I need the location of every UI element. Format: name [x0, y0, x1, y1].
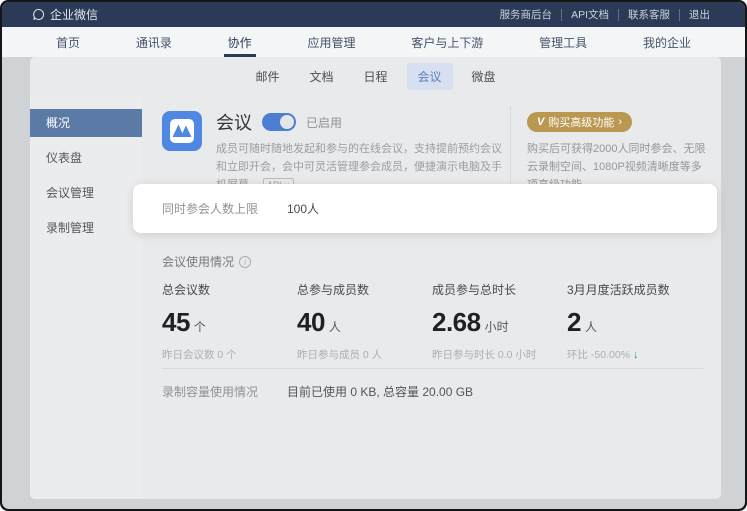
nav-item-my-company[interactable]: 我的企业 [635, 27, 699, 57]
content-panel: 邮件 文档 日程 会议 微盘 概况 仪表盘 会议管理 录制管理 [30, 57, 721, 499]
nav-item-collaboration[interactable]: 协作 [220, 27, 260, 57]
feature-status-label: 已启用 [306, 114, 342, 131]
section-divider [162, 368, 703, 369]
brand-name: 企业微信 [50, 6, 98, 23]
usage-stats: 总会议数 45 个 昨日会议数 0 个 总参与成员数 40 人 [162, 281, 702, 362]
stat-total-participants: 总参与成员数 40 人 昨日参与成员 0 人 [297, 281, 432, 362]
card-body: 概况 仪表盘 会议管理 录制管理 [30, 95, 721, 499]
tab-drive[interactable]: 微盘 [461, 63, 507, 90]
nav-item-admin-tools[interactable]: 管理工具 [531, 27, 595, 57]
toggle-knob [280, 115, 294, 129]
stat-number: 2.68 [432, 307, 481, 338]
tab-meeting[interactable]: 会议 [407, 63, 453, 90]
topbar-links: 服务商后台 API文档 联系客服 退出 [491, 9, 719, 21]
tab-docs[interactable]: 文档 [298, 63, 344, 90]
recording-capacity-label: 录制容量使用情况 [162, 383, 287, 400]
nav-item-home[interactable]: 首页 [48, 27, 88, 57]
screenshot-root: 企业微信 服务商后台 API文档 联系客服 退出 首页 通讯录 协作 应用管理 … [0, 0, 747, 511]
buy-premium-label: 购买高级功能 [548, 114, 614, 130]
stat-subtext-label: 环比 -50.00% [567, 347, 630, 362]
feature-title: 会议 [216, 109, 252, 135]
app-window: 企业微信 服务商后台 API文档 联系客服 退出 首页 通讯录 协作 应用管理 … [2, 2, 745, 509]
feature-title-row: 会议 已启用 [216, 111, 504, 133]
stat-subtext: 昨日参与时长 0.0 小时 [432, 347, 567, 362]
main-area: 会议 已启用 成员可随时随地发起和参与的在线会议，支持提前预约会议和立即开会，会… [142, 95, 721, 499]
stat-number: 40 [297, 307, 325, 338]
wework-chat-bubble-icon [32, 8, 45, 21]
nav-item-app-management[interactable]: 应用管理 [299, 27, 363, 57]
stat-unit: 个 [194, 318, 206, 335]
topbar-link-provider-console[interactable]: 服务商后台 [491, 9, 562, 21]
stat-label: 3月月度活跃成员数 [567, 281, 702, 298]
premium-vip-icon: V [537, 116, 544, 128]
stat-subtext-label: 昨日会议数 0 个 [162, 347, 237, 362]
arrow-right-icon: › [618, 116, 622, 128]
usage-title-text: 会议使用情况 [162, 253, 234, 270]
brand-logo: 企业微信 [32, 6, 98, 23]
nav-item-customers[interactable]: 客户与上下游 [403, 27, 491, 57]
stat-unit: 人 [585, 318, 597, 335]
stat-subtext-label: 昨日参与时长 0.0 小时 [432, 347, 536, 362]
stat-unit: 人 [329, 318, 341, 335]
stat-unit: 小时 [485, 318, 509, 335]
topbar-link-contact-support[interactable]: 联系客服 [618, 9, 679, 21]
meeting-app-icon [162, 111, 202, 151]
stat-total-meetings: 总会议数 45 个 昨日会议数 0 个 [162, 281, 297, 362]
stat-subtext: 昨日参与成员 0 人 [297, 347, 432, 362]
trend-down-icon: ↓ [633, 349, 639, 361]
sidebar-item-recording-management[interactable]: 录制管理 [30, 214, 142, 242]
feature-enable-toggle[interactable] [262, 113, 296, 131]
usage-section-title: 会议使用情况 i [162, 253, 251, 270]
nav-item-contacts[interactable]: 通讯录 [128, 27, 180, 57]
stat-value: 2.68 小时 [432, 307, 567, 338]
stat-value: 40 人 [297, 307, 432, 338]
stat-subtext-label: 昨日参与成员 0 人 [297, 347, 382, 362]
tab-calendar[interactable]: 日程 [352, 63, 398, 90]
concurrent-participants-label: 同时参会人数上限 [162, 200, 287, 217]
buy-premium-button[interactable]: V 购买高级功能 › [527, 112, 632, 132]
stat-monthly-active: 3月月度活跃成员数 2 人 环比 -50.00% ↓ [567, 281, 702, 362]
stat-number: 2 [567, 307, 581, 338]
topbar-link-api-docs[interactable]: API文档 [561, 9, 618, 21]
stat-value: 2 人 [567, 307, 702, 338]
stat-value: 45 个 [162, 307, 297, 338]
stat-total-duration: 成员参与总时长 2.68 小时 昨日参与时长 0.0 小时 [432, 281, 567, 362]
tab-mail[interactable]: 邮件 [244, 63, 290, 90]
stat-label: 总参与成员数 [297, 281, 432, 298]
sidebar-item-dashboard[interactable]: 仪表盘 [30, 144, 142, 172]
highlight-row: 同时参会人数上限 100人 [133, 184, 717, 233]
recording-capacity-row: 录制容量使用情况 目前已使用 0 KB, 总容量 20.00 GB [162, 383, 473, 400]
stat-subtext: 环比 -50.00% ↓ [567, 347, 702, 362]
stat-label: 成员参与总时长 [432, 281, 567, 298]
sub-tabs: 邮件 文档 日程 会议 微盘 [30, 57, 721, 95]
recording-capacity-value: 目前已使用 0 KB, 总容量 20.00 GB [287, 383, 473, 400]
stat-label: 总会议数 [162, 281, 297, 298]
info-icon[interactable]: i [239, 256, 251, 268]
concurrent-participants-value: 100人 [287, 200, 319, 217]
stat-subtext: 昨日会议数 0 个 [162, 347, 297, 362]
stat-number: 45 [162, 307, 190, 338]
topbar-link-logout[interactable]: 退出 [679, 9, 719, 21]
feature-info: 会议 已启用 成员可随时随地发起和参与的在线会议，支持提前预约会议和立即开会，会… [216, 111, 504, 194]
topbar: 企业微信 服务商后台 API文档 联系客服 退出 [2, 2, 745, 27]
sidebar-item-overview[interactable]: 概况 [30, 109, 142, 137]
sidebar: 概况 仪表盘 会议管理 录制管理 [30, 95, 142, 499]
sidebar-item-meeting-management[interactable]: 会议管理 [30, 179, 142, 207]
main-nav: 首页 通讯录 协作 应用管理 客户与上下游 管理工具 我的企业 [2, 27, 745, 57]
